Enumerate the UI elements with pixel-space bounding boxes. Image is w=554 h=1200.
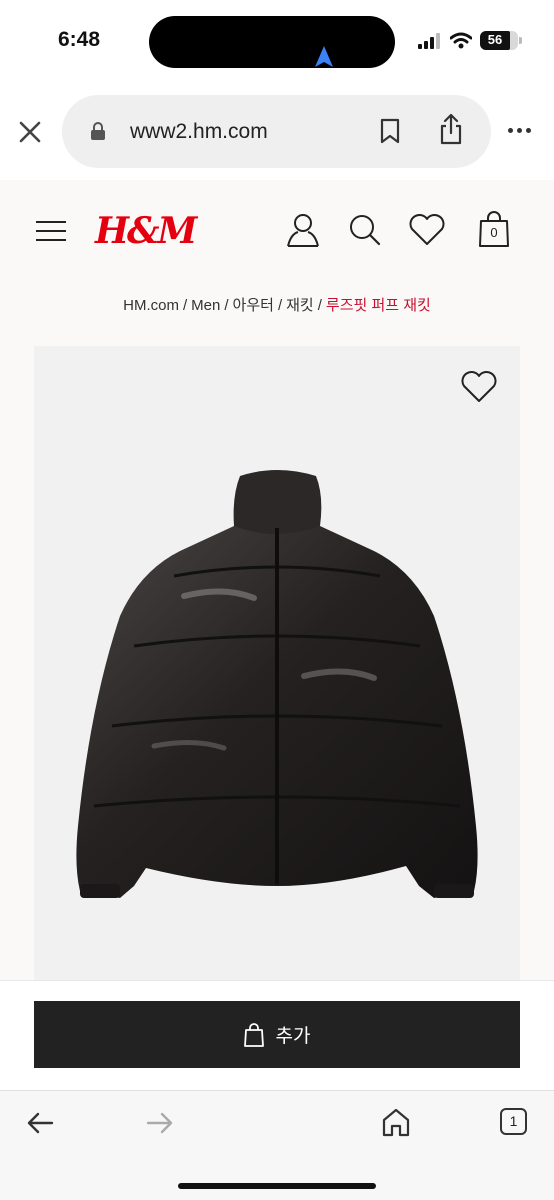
bookmark-icon[interactable] — [378, 117, 402, 145]
menu-icon[interactable] — [36, 220, 66, 242]
bag-icon — [243, 1022, 264, 1047]
wifi-icon — [450, 32, 472, 49]
breadcrumb-item[interactable]: 재킷 — [286, 297, 314, 314]
tabs-icon[interactable]: 1 — [500, 1108, 527, 1135]
status-bar: 6:48 56 — [0, 0, 554, 84]
product-image[interactable] — [34, 346, 520, 980]
page-content: H&M 0 HM.com / Men / 아우터 / 재킷 / 루즈핏 퍼프 재킷 — [0, 180, 554, 980]
search-icon[interactable] — [349, 214, 381, 246]
add-to-cart-label: 추가 — [275, 1026, 311, 1047]
hm-logo[interactable]: H&M — [95, 210, 197, 252]
breadcrumb-item[interactable]: Men — [191, 297, 220, 314]
battery-level: 56 — [487, 32, 503, 47]
home-indicator — [178, 1183, 376, 1189]
battery-indicator: 56 — [480, 31, 522, 50]
close-icon[interactable] — [16, 118, 44, 146]
bag-icon[interactable]: 0 — [478, 210, 510, 248]
back-icon[interactable] — [26, 1111, 54, 1135]
home-icon[interactable] — [381, 1107, 411, 1137]
lock-icon — [91, 122, 105, 140]
status-time: 6:48 — [58, 28, 101, 51]
status-icons: 56 — [418, 31, 522, 50]
breadcrumb-current: 루즈핏 퍼프 재킷 — [325, 297, 431, 314]
add-to-cart-button[interactable]: 추가 — [34, 1001, 520, 1068]
more-icon[interactable] — [508, 128, 531, 133]
dynamic-island — [149, 16, 395, 68]
heart-icon[interactable] — [408, 214, 446, 246]
browser-toolbar: 1 — [0, 1090, 554, 1200]
breadcrumb-item[interactable]: HM.com — [123, 297, 179, 314]
navigation-arrow-icon — [315, 46, 333, 67]
site-header: H&M 0 — [0, 180, 554, 280]
account-icon[interactable] — [285, 212, 321, 248]
url-text: www2.hm.com — [130, 120, 268, 143]
share-icon[interactable] — [438, 113, 464, 145]
cart-count: 0 — [490, 225, 498, 240]
browser-address-row: www2.hm.com — [0, 84, 554, 180]
signal-icon — [418, 32, 440, 49]
breadcrumb-item[interactable]: 아우터 — [233, 297, 274, 314]
add-to-cart-area: 추가 — [0, 980, 554, 1090]
forward-icon[interactable] — [146, 1111, 174, 1135]
address-bar[interactable]: www2.hm.com — [62, 95, 491, 168]
breadcrumb: HM.com / Men / 아우터 / 재킷 / 루즈핏 퍼프 재킷 — [123, 297, 431, 314]
puffer-jacket-image — [76, 470, 478, 898]
